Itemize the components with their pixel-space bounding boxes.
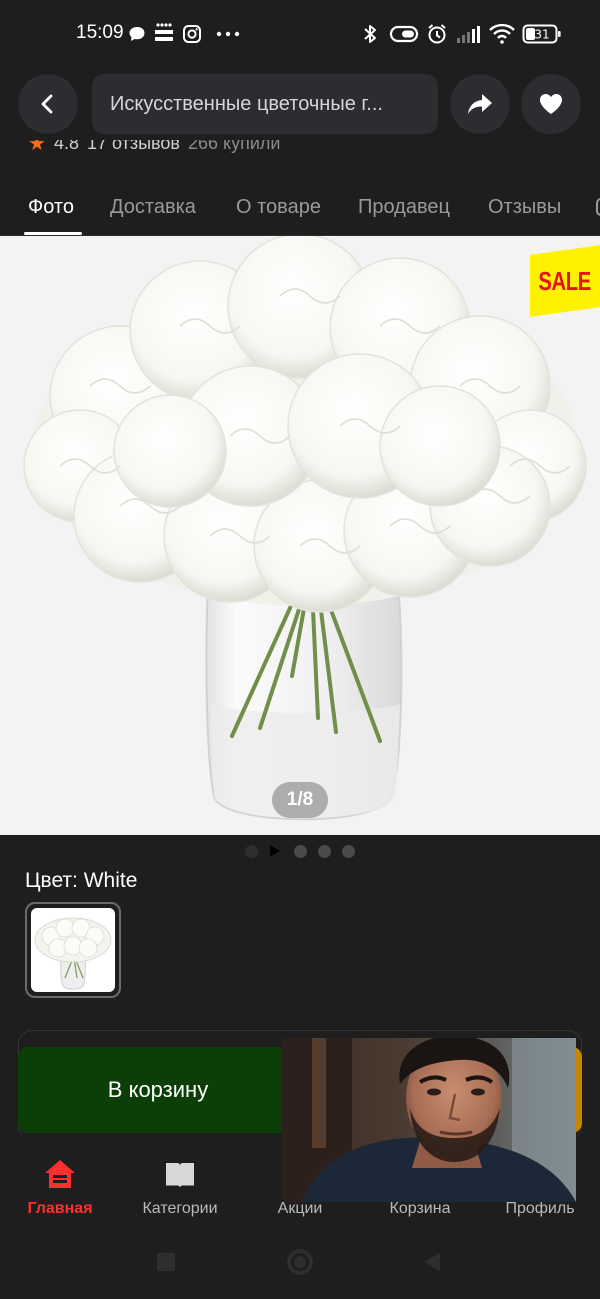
hydrangea-bouquet-image <box>23 236 587 821</box>
battery-icon: 31 <box>522 22 562 46</box>
favorite-button[interactable] <box>521 74 581 134</box>
tab-reviews[interactable]: Отзывы <box>488 196 561 219</box>
pager-dot[interactable] <box>294 845 307 858</box>
add-to-cart-button[interactable]: В корзину <box>18 1047 298 1133</box>
battery-level: 31 <box>534 28 549 42</box>
nav-label-categories: Категории <box>142 1200 218 1217</box>
app-screen: 15:09 31 Искусственные цветочные г... ★ … <box>0 0 600 1299</box>
share-button[interactable] <box>450 74 510 134</box>
video-frame-image <box>282 1038 576 1202</box>
status-bar: 15:09 31 <box>0 0 600 68</box>
home-circle-icon[interactable] <box>286 1248 314 1276</box>
home-icon <box>43 1148 77 1190</box>
recent-apps-icon[interactable] <box>156 1252 176 1272</box>
color-label: Цвет: White <box>25 869 138 892</box>
color-thumb-image <box>31 908 115 992</box>
bluetooth-icon <box>362 22 378 46</box>
pager-dot[interactable] <box>342 845 355 858</box>
product-tabs: Фото Доставка О товаре Продавец Отзывы <box>0 180 600 236</box>
nav-label-home: Главная <box>27 1200 93 1217</box>
product-image-gallery[interactable]: SALE 1/8 <box>0 236 600 835</box>
alarm-icon <box>426 22 448 46</box>
rating-score: 4.8 <box>53 140 79 153</box>
nav-label-cart: Корзина <box>389 1200 451 1217</box>
book-icon <box>164 1148 196 1190</box>
vibrate-icon <box>388 22 420 46</box>
active-tab-indicator <box>24 232 82 235</box>
wifi-icon <box>488 22 516 46</box>
gallery-pager <box>240 842 380 862</box>
nav-item-categories[interactable]: Категории <box>120 1148 240 1228</box>
nav-label-promotions: Акции <box>277 1200 323 1217</box>
signal-icon <box>456 22 482 46</box>
tab-seller[interactable]: Продавец <box>358 196 450 219</box>
tab-photo[interactable]: Фото <box>28 196 74 219</box>
image-counter: 1/8 <box>272 782 328 818</box>
nav-label-profile: Профиль <box>505 1200 575 1217</box>
star-icon: ★ <box>28 140 46 155</box>
rating-purchases: 266 купили <box>187 140 281 153</box>
color-option-white[interactable] <box>25 902 121 998</box>
nav-item-home[interactable]: Главная <box>0 1148 120 1228</box>
heart-icon <box>540 94 562 114</box>
sale-badge-text: SALE <box>538 265 592 296</box>
pager-dot[interactable] <box>318 845 331 858</box>
instagram-icon <box>182 22 202 46</box>
chat-bubble-icon <box>128 22 146 46</box>
more-dots-icon <box>216 22 240 46</box>
search-field[interactable]: Искусственные цветочные г... <box>92 74 438 134</box>
back-triangle-icon[interactable] <box>422 1252 442 1272</box>
share-icon <box>468 94 492 114</box>
system-navigation-bar <box>0 1236 600 1299</box>
top-header: Искусственные цветочные г... <box>0 68 600 144</box>
tab-about[interactable]: О товаре <box>236 196 321 219</box>
back-button[interactable] <box>18 74 78 134</box>
chevron-left-icon <box>41 94 53 114</box>
rating-reviews[interactable]: 17 отзывов <box>87 140 180 154</box>
status-time: 15:09 <box>76 22 124 43</box>
play-icon[interactable] <box>269 844 281 863</box>
rating-summary: ★ 4.8 17 отзывов 266 купили <box>28 140 588 162</box>
sale-badge: SALE <box>530 245 600 317</box>
detmir-logo-icon <box>152 20 176 48</box>
search-text: Искусственные цветочные г... <box>110 92 383 115</box>
picture-in-picture-video[interactable] <box>282 1038 576 1202</box>
tab-overflow <box>596 198 600 216</box>
tab-delivery[interactable]: Доставка <box>110 196 196 219</box>
pager-dot[interactable] <box>245 845 258 858</box>
